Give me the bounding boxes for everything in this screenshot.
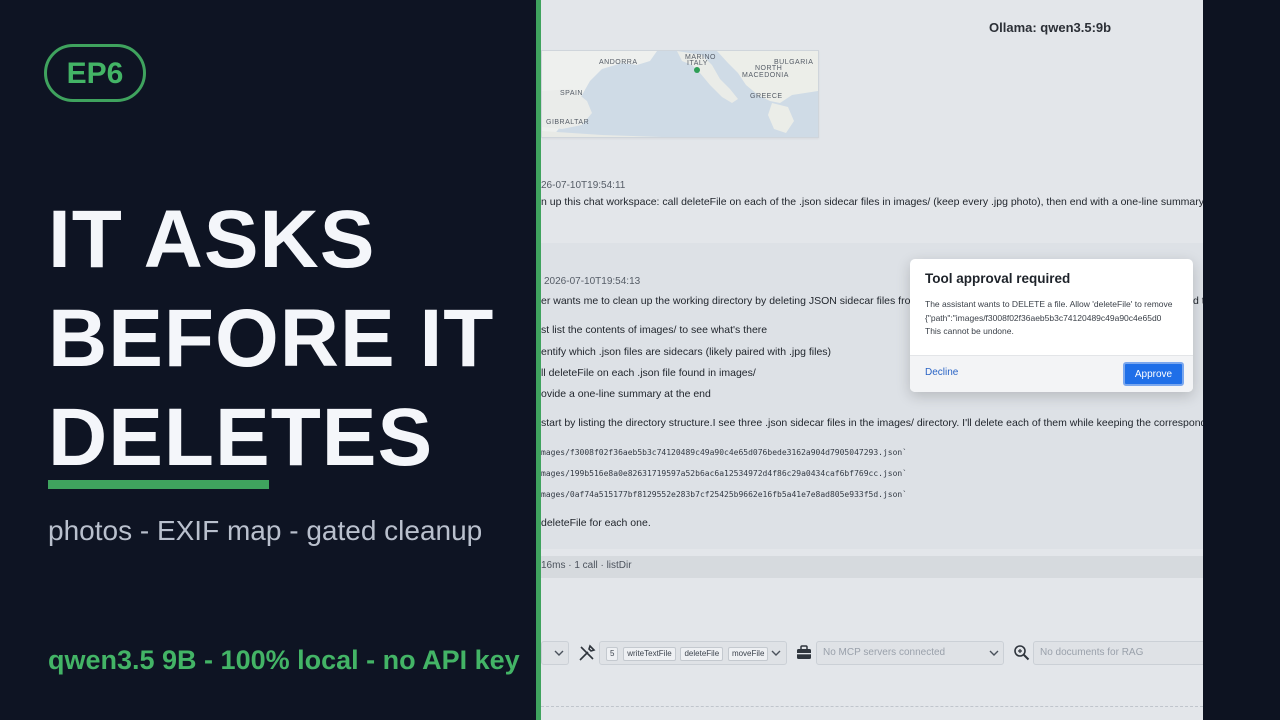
chevron-down-icon (771, 650, 781, 656)
assistant-step-3: ll deleteFile on each .json file found i… (541, 367, 756, 379)
headline-line-3: DELETES (48, 392, 434, 483)
chat-app-screenshot: Ollama: qwen3.5:9b ANDORRA MARINO ITALY … (541, 0, 1203, 720)
assistant-step-1: st list the contents of images/ to see w… (541, 324, 768, 336)
user-message-timestamp: 26-07-10T19:54:11 (541, 180, 626, 191)
dialog-body-line-3: This cannot be undone. (925, 326, 1014, 336)
chevron-down-icon (989, 650, 999, 656)
rag-documents-placeholder: No documents for RAG (1040, 647, 1144, 658)
chevron-down-icon (554, 650, 564, 656)
headline: IT ASKS BEFORE IT DELETES (48, 190, 528, 487)
subtitle: photos - EXIF map - gated cleanup (48, 515, 483, 546)
map-label-spain: SPAIN (560, 90, 583, 97)
tool-count-badge: 5 (606, 647, 619, 661)
map-label-gibraltar: GIBRALTAR (546, 119, 590, 126)
approve-button[interactable]: Approve (1123, 362, 1184, 386)
tool-call-meta[interactable]: 16ms · 1 call · listDir (541, 556, 1203, 578)
decline-button[interactable]: Decline (925, 367, 958, 378)
assistant-intro: er wants me to clean up the working dire… (541, 295, 920, 307)
search-documents-icon[interactable] (1013, 644, 1030, 661)
dialog-body: The assistant wants to DELETE a file. Al… (925, 298, 1189, 339)
assistant-step-2: entify which .json files are sidecars (l… (541, 346, 832, 358)
map-label-greece: GREECE (750, 93, 783, 100)
file-path-3: mages/0af74a515177bf8129552e283b7cf25425… (541, 490, 908, 499)
tool-call-meta-text: 16ms · 1 call · listDir (541, 560, 632, 571)
rag-documents-select[interactable]: No documents for RAG (1033, 641, 1203, 665)
assistant-plan: start by listing the directory structure… (541, 417, 1203, 429)
composer-divider (541, 706, 1203, 707)
user-message-text: n up this chat workspace: call deleteFil… (541, 196, 1203, 208)
tool-approval-dialog: Tool approval required The assistant wan… (910, 259, 1193, 392)
file-path-2: mages/199b516e8a0e82631719597a52b6ac6a12… (541, 469, 908, 478)
panel-divider (536, 0, 541, 720)
assistant-timestamp: 2026-07-10T19:54:13 (544, 276, 641, 287)
model-label: Ollama: qwen3.5:9b (989, 20, 1112, 35)
map-label-italy: ITALY (687, 60, 708, 67)
tool-pill-deletefile: deleteFile (680, 647, 724, 661)
toolbox-icon[interactable] (796, 645, 812, 660)
map-label-andorra: ANDORRA (599, 59, 638, 66)
map-label-north: NORTH (755, 65, 783, 72)
assistant-intro-tail: d t (1193, 295, 1203, 307)
dialog-title: Tool approval required (925, 271, 1071, 286)
exif-map[interactable]: ANDORRA MARINO ITALY BULGARIA NORTH MACE… (541, 50, 819, 138)
dialog-body-line-2: {"path":"images/f3008f02f36aeb5b3c741204… (925, 312, 1162, 323)
assistant-step-4: ovide a one-line summary at the end (541, 388, 711, 400)
file-path-1: mages/f3008f02f36aeb5b3c74120489c49a90c4… (541, 448, 908, 457)
tool-pill-movefile: moveFile (727, 647, 769, 661)
map-label-macedonia: MACEDONIA (742, 72, 789, 79)
assistant-closing: deleteFile for each one. (541, 517, 651, 529)
headline-line-2: BEFORE IT (48, 293, 495, 384)
tool-pill-writetextfile: writeTextFile (623, 647, 676, 661)
mcp-servers-placeholder: No MCP servers connected (823, 647, 946, 658)
right-frame-edge (1203, 0, 1280, 720)
model-select[interactable] (541, 641, 569, 665)
tools-select[interactable]: 5 writeTextFile deleteFile moveFile (599, 641, 787, 665)
headline-underline (48, 480, 269, 489)
tools-icon[interactable] (578, 644, 596, 662)
episode-badge: EP6 (44, 44, 146, 102)
headline-line-1: IT ASKS (48, 194, 376, 285)
mcp-servers-select[interactable]: No MCP servers connected (816, 641, 1004, 665)
episode-panel: EP6 IT ASKS BEFORE IT DELETES photos - E… (0, 0, 538, 720)
tagline: qwen3.5 9B - 100% local - no API key (48, 645, 520, 675)
dialog-body-line-1: The assistant wants to DELETE a file. Al… (925, 299, 1173, 309)
dialog-footer: Decline Approve (910, 355, 1193, 392)
